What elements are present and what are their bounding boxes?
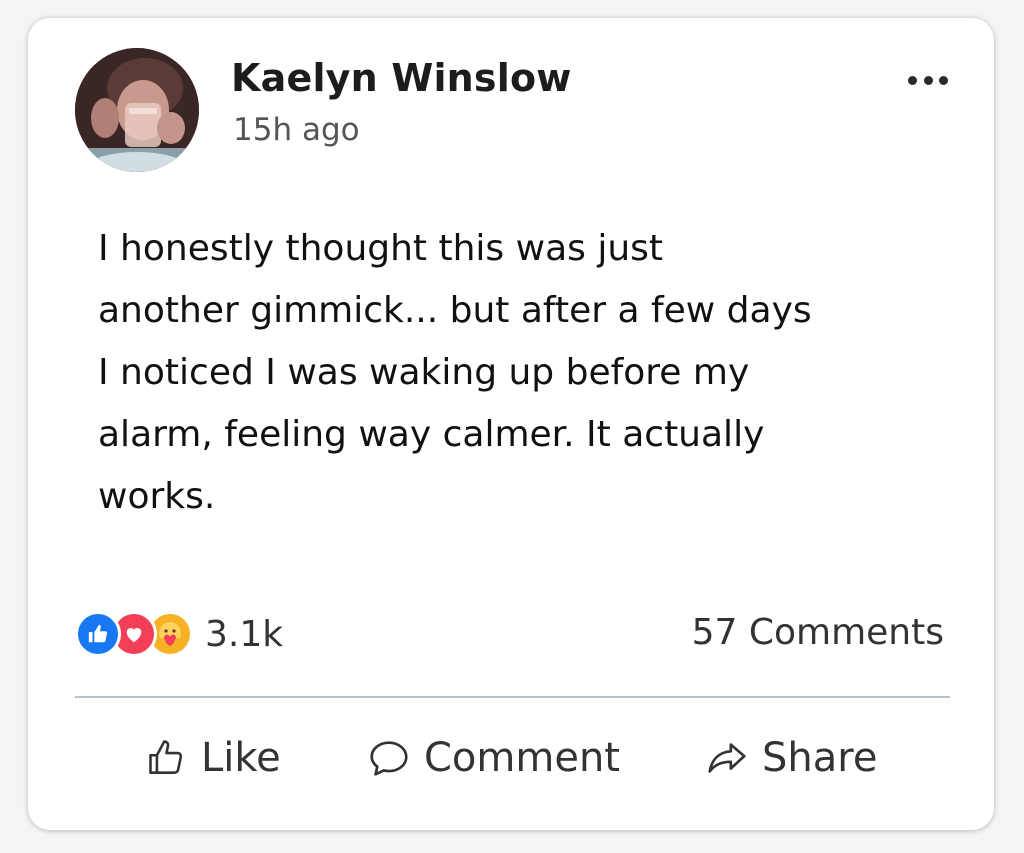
like-label: Like (201, 735, 281, 781)
thumbs-up-icon (149, 740, 183, 774)
share-button[interactable]: Share (704, 728, 877, 788)
comment-label: Comment (424, 735, 620, 781)
more-options-icon[interactable] (908, 74, 948, 86)
avatar[interactable] (75, 48, 199, 172)
post-body: I honestly thought this was just another… (98, 228, 812, 517)
post-timestamp[interactable]: 15h ago (233, 112, 360, 148)
like-icon (75, 611, 121, 657)
comments-count-link[interactable]: 57 Comments (692, 612, 944, 653)
avatar-photo (75, 48, 199, 172)
author-name[interactable]: Kaelyn Winslow (231, 56, 572, 100)
post-card: Kaelyn Winslow 15h ago I honestly though… (28, 18, 994, 830)
reaction-summary[interactable]: 3.1k (75, 611, 283, 657)
comment-button[interactable]: Comment (366, 728, 620, 788)
divider (75, 696, 950, 698)
comment-bubble-icon (370, 741, 408, 776)
share-arrow-icon (708, 743, 746, 773)
dot (939, 75, 948, 85)
like-button[interactable]: Like (145, 728, 281, 788)
share-label: Share (762, 735, 878, 781)
reaction-count: 3.1k (205, 613, 284, 655)
dot (923, 75, 933, 85)
action-bar: Like Comment Share (28, 728, 994, 788)
dot (908, 75, 917, 85)
